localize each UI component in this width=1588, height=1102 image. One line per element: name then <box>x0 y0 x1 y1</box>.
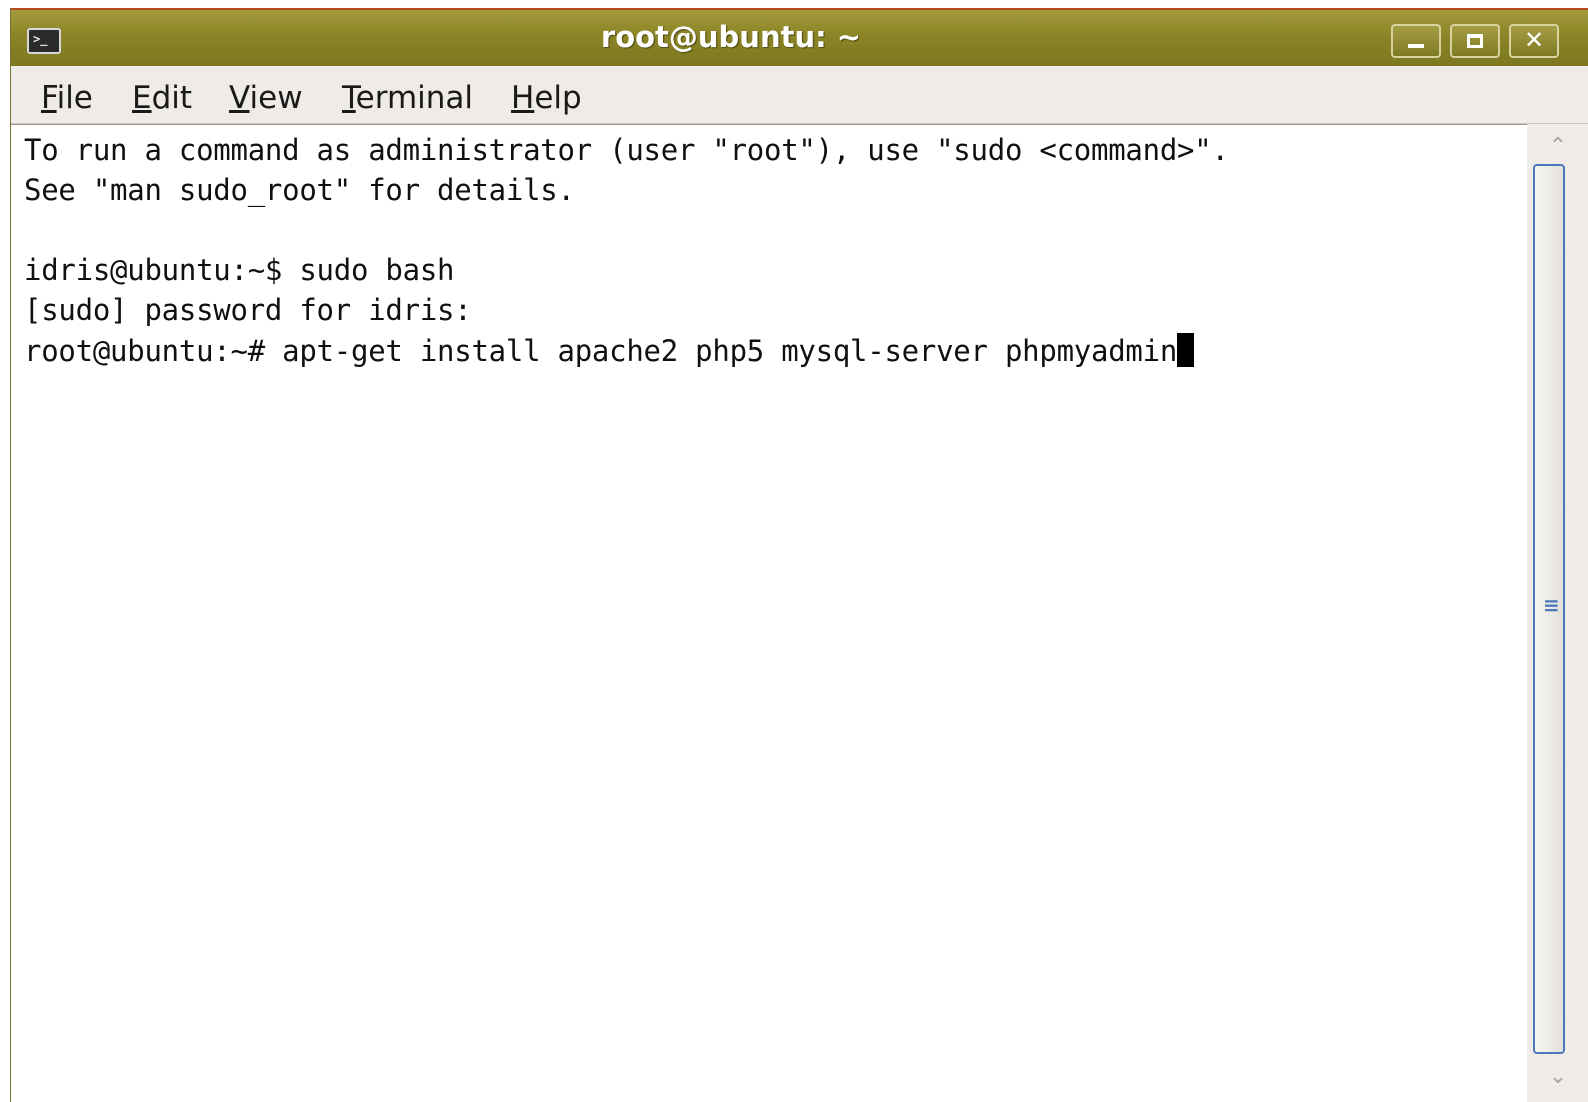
window-title: root@ubuntu: ~ <box>600 20 862 54</box>
menu-label: iew <box>249 80 303 116</box>
close-icon: ✕ <box>1523 26 1545 54</box>
menu-view[interactable]: View <box>229 80 303 116</box>
menu-mnemonic: V <box>229 80 250 116</box>
menu-label: ile <box>56 80 93 116</box>
menu-mnemonic: T <box>342 80 356 116</box>
menu-mnemonic: H <box>511 80 535 116</box>
maximize-icon <box>1467 34 1483 48</box>
scrollbar-thumb[interactable]: ≡ <box>1533 164 1565 1054</box>
terminal-line: idris@ubuntu:~$ sudo bash <box>24 253 455 287</box>
minimize-button[interactable] <box>1391 24 1441 58</box>
menu-bar: File Edit View Terminal Help <box>11 66 1588 124</box>
close-button[interactable]: ✕ <box>1509 24 1559 58</box>
maximize-button[interactable] <box>1450 24 1500 58</box>
terminal-line: See "man sudo_root" for details. <box>24 173 575 207</box>
menu-edit[interactable]: Edit <box>132 80 192 116</box>
terminal-line: To run a command as administrator (user … <box>24 133 1229 167</box>
menu-label: elp <box>534 80 582 116</box>
menu-file[interactable]: File <box>41 80 93 116</box>
vertical-scrollbar[interactable]: ⌃ ≡ ⌄ <box>1527 124 1588 1102</box>
terminal-output[interactable]: To run a command as administrator (user … <box>11 124 1527 1102</box>
terminal-line: [sudo] password for idris: <box>24 293 472 327</box>
menu-mnemonic: F <box>41 80 57 116</box>
menu-help[interactable]: Help <box>511 80 582 116</box>
minimize-icon <box>1408 44 1424 48</box>
menu-terminal[interactable]: Terminal <box>342 80 473 116</box>
menu-label: erminal <box>355 80 474 116</box>
chevron-up-icon[interactable]: ⌃ <box>1541 130 1575 164</box>
grip-icon: ≡ <box>1543 593 1560 617</box>
terminal-prompt-line[interactable]: root@ubuntu:~# apt-get install apache2 p… <box>24 333 1195 373</box>
menu-label: dit <box>151 80 193 116</box>
terminal-command: root@ubuntu:~# apt-get install apache2 p… <box>24 334 1178 368</box>
title-bar[interactable]: root@ubuntu: ~ ✕ <box>11 8 1588 66</box>
chevron-down-icon[interactable]: ⌄ <box>1541 1060 1575 1094</box>
terminal-window: root@ubuntu: ~ ✕ File Edit View Terminal… <box>10 8 1588 1102</box>
text-cursor <box>1177 333 1195 367</box>
menu-mnemonic: E <box>132 80 152 116</box>
